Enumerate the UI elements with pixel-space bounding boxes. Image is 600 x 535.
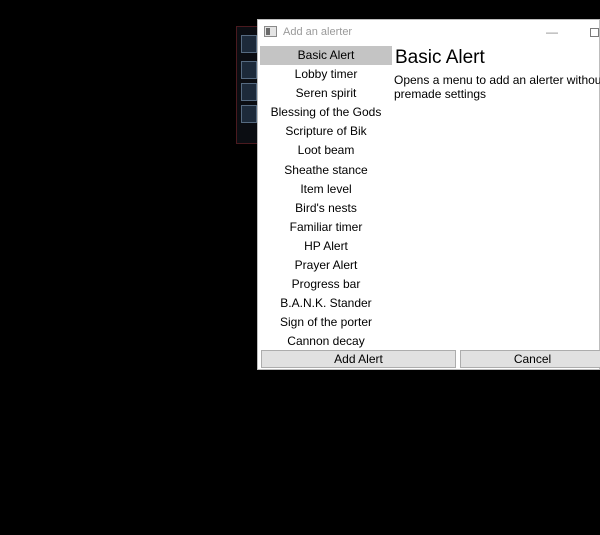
list-item-familiar-timer[interactable]: Familiar timer <box>260 218 392 237</box>
list-item-hp-alert[interactable]: HP Alert <box>260 237 392 256</box>
maximize-icon[interactable] <box>590 28 599 37</box>
detail-title: Basic Alert <box>395 47 485 68</box>
toolbar-icon <box>241 83 257 101</box>
list-item-scripture-of-bik[interactable]: Scripture of Bik <box>260 122 392 141</box>
list-item-prayer-alert[interactable]: Prayer Alert <box>260 256 392 275</box>
app-icon <box>264 26 277 37</box>
list-item-item-level[interactable]: Item level <box>260 180 392 199</box>
toolbar-icon <box>241 61 257 79</box>
list-item-lobby-timer[interactable]: Lobby timer <box>260 65 392 84</box>
list-item-loot-beam[interactable]: Loot beam <box>260 141 392 160</box>
list-item-seren-spirit[interactable]: Seren spirit <box>260 84 392 103</box>
list-item-birds-nests[interactable]: Bird's nests <box>260 199 392 218</box>
add-alerter-dialog: Add an alerter — Basic Alert Lobby timer… <box>257 19 600 370</box>
toolbar-icon <box>241 35 257 53</box>
toolbar-icon <box>241 105 257 123</box>
alerter-list[interactable]: Basic Alert Lobby timer Seren spirit Ble… <box>260 46 392 349</box>
list-item-bank-stander[interactable]: B.A.N.K. Stander <box>260 294 392 313</box>
list-item-cannon-decay[interactable]: Cannon decay <box>260 332 392 349</box>
background-app-toolbar <box>236 26 258 144</box>
list-item-progress-bar[interactable]: Progress bar <box>260 275 392 294</box>
list-item-sheathe-stance[interactable]: Sheathe stance <box>260 161 392 180</box>
list-item-blessing-of-the-gods[interactable]: Blessing of the Gods <box>260 103 392 122</box>
cancel-button[interactable]: Cancel <box>460 350 600 368</box>
add-alert-button[interactable]: Add Alert <box>261 350 456 368</box>
minimize-icon[interactable]: — <box>546 25 558 39</box>
window-title: Add an alerter <box>283 26 353 38</box>
detail-description: Opens a menu to add an alerter without p… <box>394 73 600 101</box>
list-item-sign-of-the-porter[interactable]: Sign of the porter <box>260 313 392 332</box>
title-bar[interactable]: Add an alerter — <box>258 20 599 46</box>
list-item-basic-alert[interactable]: Basic Alert <box>260 46 392 66</box>
